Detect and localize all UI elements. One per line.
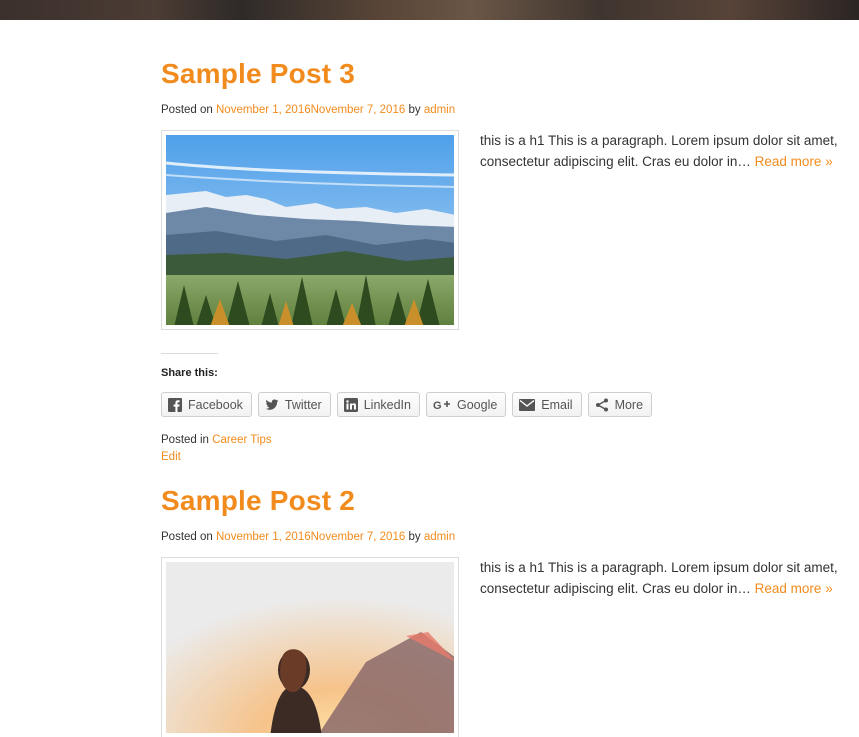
post-sample-3: Sample Post 3 Posted on November 1, 2016… [161,58,859,463]
post-meta: Posted on November 1, 2016November 7, 20… [161,103,859,117]
post-meta: Posted on November 1, 2016November 7, 20… [161,530,859,544]
share-divider [161,353,218,354]
post-date-link[interactable]: November 1, 2016November 7, 2016 [216,531,405,543]
author-link[interactable]: admin [424,104,455,116]
date-updated: November 7, 2016 [310,531,406,543]
read-more-link[interactable]: Read more » [755,581,833,596]
share-email-label: Email [541,397,573,412]
share-twitter-label: Twitter [284,397,322,412]
share-google-button[interactable]: G Google [425,392,507,417]
share-linkedin-label: LinkedIn [363,397,411,412]
post-categories: Posted in Career Tips [161,434,272,446]
post-sample-2: Sample Post 2 Posted on November 1, 2016… [161,485,859,737]
posted-on-label: Posted on [161,104,213,116]
share-twitter-button[interactable]: Twitter [257,392,331,417]
mountain-landscape-image [166,135,454,325]
edit-link[interactable]: Edit [161,451,181,463]
twitter-icon [265,398,279,412]
share-email-button[interactable]: Email [512,392,582,417]
share-more-label: More [614,397,644,412]
by-label: by [408,531,421,543]
post-thumbnail[interactable] [161,557,459,737]
header-hero-image [0,0,859,20]
google-plus-icon: G [433,398,451,412]
post-excerpt: this is a h1 This is a paragraph. Lorem … [480,557,859,599]
share-facebook-label: Facebook [188,397,243,412]
post-excerpt: this is a h1 This is a paragraph. Lorem … [480,130,859,172]
author-link[interactable]: admin [424,531,455,543]
share-facebook-button[interactable]: Facebook [161,392,252,417]
read-more-link[interactable]: Read more » [755,154,833,169]
post-title-link[interactable]: Sample Post 2 [161,485,859,517]
date-updated: November 7, 2016 [310,104,406,116]
share-linkedin-button[interactable]: LinkedIn [336,392,420,417]
share-google-label: Google [456,397,498,412]
by-label: by [408,104,421,116]
share-more-button[interactable]: More [587,392,653,417]
share-icon [595,398,609,412]
posted-on-label: Posted on [161,531,213,543]
svg-text:G: G [433,400,442,412]
facebook-icon [168,397,182,412]
post-title-link[interactable]: Sample Post 3 [161,58,859,90]
category-link[interactable]: Career Tips [212,434,271,446]
share-buttons: Facebook Twitter LinkedIn G Google Email [161,392,653,417]
sunset-portrait-image [166,562,454,733]
date-published: November 1, 2016 [216,104,311,116]
post-thumbnail[interactable] [161,130,459,330]
linkedin-icon [343,397,358,412]
post-date-link[interactable]: November 1, 2016November 7, 2016 [216,104,405,116]
posted-in-label: Posted in [161,434,209,446]
email-icon [519,398,536,412]
date-published: November 1, 2016 [216,531,311,543]
share-heading: Share this: [161,367,218,379]
post-edit: Edit [161,451,181,463]
